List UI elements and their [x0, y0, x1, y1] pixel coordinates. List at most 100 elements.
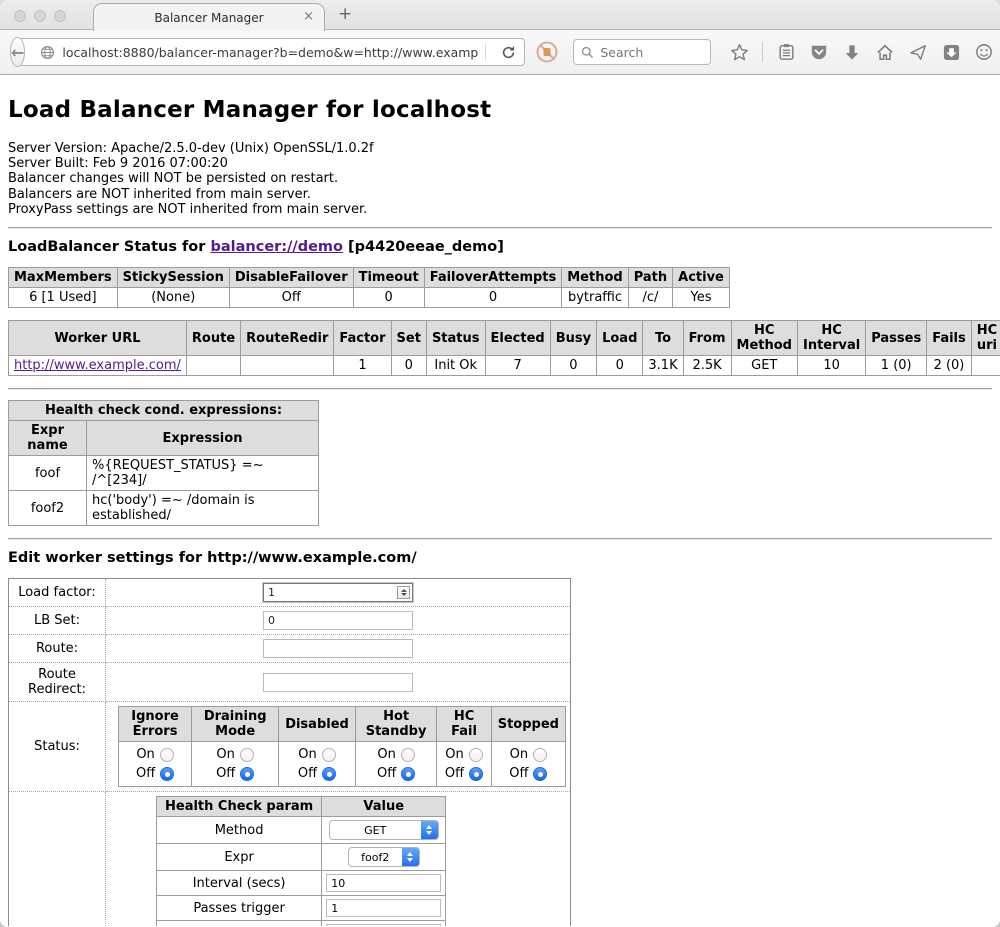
stopped-on-radio[interactable]: [533, 748, 547, 762]
table-row: foof %{REQUEST_STATUS} =~ /^[234]/: [9, 456, 319, 491]
on-label: On: [445, 745, 463, 764]
table-header-row: Health Check param Value: [157, 797, 446, 817]
interval-input[interactable]: [326, 874, 441, 892]
stopped-off-radio[interactable]: [533, 767, 547, 781]
table-row: Interval (secs): [157, 871, 446, 896]
form-row-route-redirect: Route Redirect:: [9, 663, 571, 702]
column-header: Health Check param: [157, 797, 322, 817]
fails-trigger-input[interactable]: [326, 924, 441, 926]
disabled-on-radio[interactable]: [322, 748, 336, 762]
tab-balancer-manager[interactable]: Balancer Manager ×: [93, 3, 325, 31]
minimize-window-button[interactable]: [34, 10, 46, 22]
browser-window: Balancer Manager × + ← localhost:8880/ba…: [0, 0, 1000, 927]
cell-busy: 0: [550, 356, 596, 376]
table-header-row: MaxMembers StickySession DisableFailover…: [9, 268, 730, 288]
cell-passes: 1 (0): [866, 356, 927, 376]
load-factor-input[interactable]: [263, 583, 413, 602]
column-header: Ignore Errors: [119, 707, 192, 742]
draining-mode-on-radio[interactable]: [240, 748, 254, 762]
cell-active: Yes: [673, 288, 730, 308]
url-text[interactable]: localhost:8880/balancer-manager?b=demo&w…: [62, 45, 478, 60]
url-bar[interactable]: localhost:8880/balancer-manager?b=demo&w…: [17, 38, 525, 66]
health-check-param-table: Health Check param Value Method GET: [156, 796, 446, 926]
reader-list-icon[interactable]: [776, 42, 796, 62]
status-options-table: Ignore Errors Draining Mode Disabled Hot…: [118, 706, 566, 787]
worker-url-link[interactable]: http://www.example.com/: [14, 358, 181, 373]
cell-set: 0: [391, 356, 426, 376]
column-header: Busy: [550, 321, 596, 356]
on-label: On: [377, 745, 395, 764]
nav-toolbar: ← localhost:8880/balancer-manager?b=demo…: [0, 30, 1000, 75]
search-icon: [581, 46, 594, 59]
column-header: DisableFailover: [229, 268, 353, 288]
lb-set-label: LB Set:: [9, 607, 106, 635]
balancer-demo-link[interactable]: balancer://demo: [210, 239, 343, 255]
persist-notice-line: Balancer changes will NOT be persisted o…: [8, 171, 992, 186]
hc-fail-on-radio[interactable]: [469, 748, 483, 762]
tab-title: Balancer Manager: [154, 11, 263, 25]
hot-standby-off-radio[interactable]: [401, 767, 415, 781]
chat-smiley-icon[interactable]: [974, 42, 994, 62]
search-bar[interactable]: [573, 39, 711, 65]
disabled-off-radio[interactable]: [322, 767, 336, 781]
cell-elected: 7: [485, 356, 550, 376]
cell-to: 3.1K: [643, 356, 683, 376]
form-row-route: Route:: [9, 635, 571, 663]
column-header: StickySession: [117, 268, 229, 288]
cell-from: 2.5K: [683, 356, 731, 376]
blocked-content-icon[interactable]: [535, 40, 559, 64]
bookmark-star-icon[interactable]: [729, 42, 749, 62]
reload-icon[interactable]: [493, 45, 524, 60]
download-panel-icon[interactable]: [941, 42, 961, 62]
cell-expression: %{REQUEST_STATUS} =~ /^[234]/: [87, 456, 319, 491]
route-input[interactable]: [263, 639, 413, 658]
column-header: Load: [597, 321, 643, 356]
form-row-hc-params: Health Check param Value Method GET: [9, 792, 571, 926]
hc-params-spacer: [9, 792, 106, 926]
table-row: 6 [1 Used] (None) Off 0 0 bytraffic /c/ …: [9, 288, 730, 308]
lb-set-input[interactable]: [263, 611, 413, 630]
site-identity-globe-icon[interactable]: [40, 45, 55, 60]
search-input[interactable]: [600, 45, 690, 60]
inherit-notice-line: Balancers are NOT inherited from main se…: [8, 187, 992, 202]
section-divider: [8, 388, 992, 390]
interval-label: Interval (secs): [157, 871, 322, 896]
downloads-arrow-icon[interactable]: [842, 42, 862, 62]
number-stepper-icon[interactable]: [397, 586, 410, 599]
table-header-row: Ignore Errors Draining Mode Disabled Hot…: [119, 707, 566, 742]
cell-timeout: 0: [353, 288, 424, 308]
table-row: Passes trigger: [157, 896, 446, 921]
zoom-window-button[interactable]: [54, 10, 66, 22]
route-redirect-input[interactable]: [263, 673, 413, 692]
pocket-icon[interactable]: [809, 42, 829, 62]
draining-mode-off-radio[interactable]: [240, 767, 254, 781]
ignore-errors-off-radio[interactable]: [160, 767, 174, 781]
cell-routeredir: [241, 356, 334, 376]
column-header: HC Interval: [797, 321, 865, 356]
new-tab-button[interactable]: +: [338, 4, 352, 24]
route-label: Route:: [9, 635, 106, 663]
column-header: Worker URL: [9, 321, 187, 356]
home-icon[interactable]: [875, 42, 895, 62]
hc-expressions-table: Health check cond. expressions: Expr nam…: [8, 400, 319, 526]
column-header: Path: [628, 268, 672, 288]
method-select[interactable]: GET: [329, 820, 439, 840]
passes-trigger-input[interactable]: [326, 899, 441, 917]
cell-stickysession: (None): [117, 288, 229, 308]
window-controls[interactable]: [14, 10, 66, 22]
column-header: From: [683, 321, 731, 356]
column-header: Value: [322, 797, 446, 817]
expr-select[interactable]: foof2: [348, 847, 420, 867]
table-row: foof2 hc('body') =~ /domain is establish…: [9, 491, 319, 526]
off-label: Off: [216, 764, 235, 783]
cell-load: 0: [597, 356, 643, 376]
hot-standby-on-radio[interactable]: [401, 748, 415, 762]
send-tab-icon[interactable]: [908, 42, 928, 62]
tab-close-icon[interactable]: ×: [303, 9, 314, 24]
table-row: Expr foof2: [157, 844, 446, 871]
method-label: Method: [157, 817, 322, 844]
ignore-errors-on-radio[interactable]: [160, 748, 174, 762]
table-title-row: Health check cond. expressions:: [9, 401, 319, 421]
hc-fail-off-radio[interactable]: [469, 767, 483, 781]
close-window-button[interactable]: [14, 10, 26, 22]
